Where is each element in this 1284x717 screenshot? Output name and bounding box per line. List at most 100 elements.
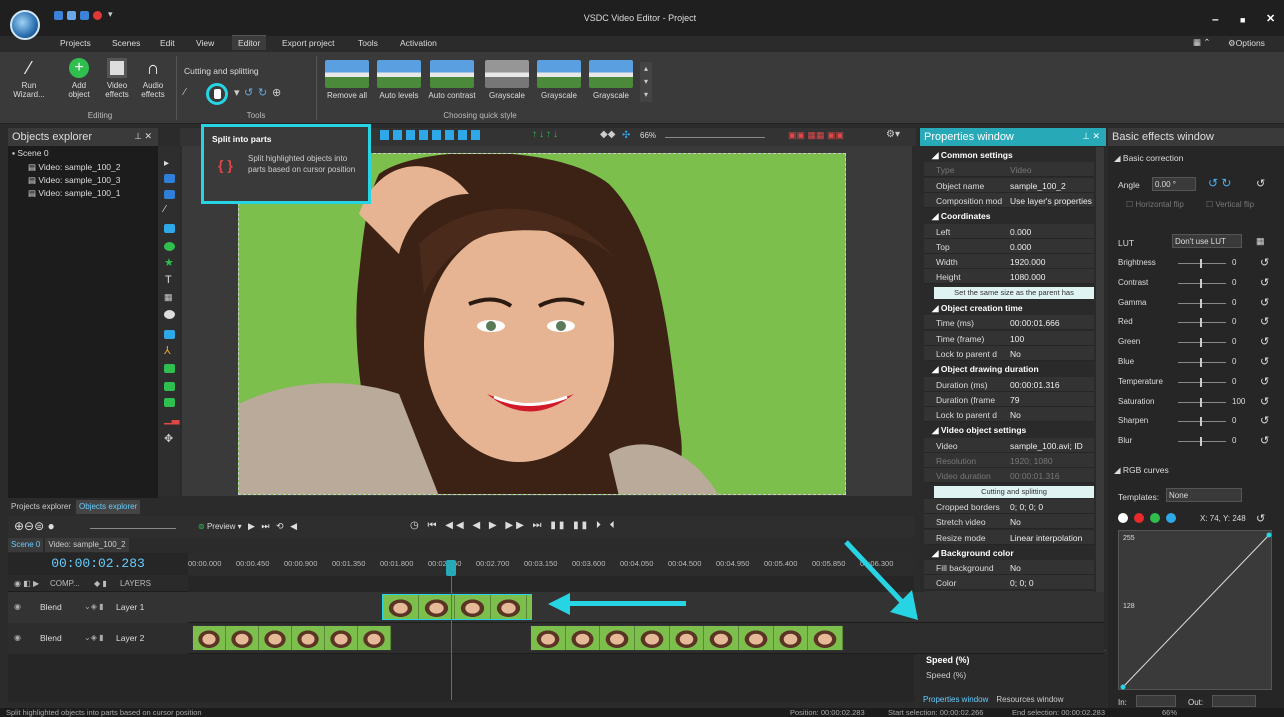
menu-projects[interactable]: Projects	[60, 38, 91, 48]
blend-mode[interactable]: Blend	[40, 602, 62, 612]
property-row[interactable]: Duration (ms) 00:00:01.316	[924, 376, 1094, 392]
effect-slider[interactable]	[1178, 417, 1226, 427]
property-section[interactable]: ◢ Object drawing duration	[932, 364, 1039, 375]
align-icon[interactable]	[380, 130, 389, 140]
effect-slider[interactable]	[1178, 437, 1226, 447]
reset-icon[interactable]: ↺	[1256, 512, 1265, 525]
property-value[interactable]: No	[1010, 410, 1021, 420]
comment-tool-icon[interactable]	[164, 310, 175, 319]
quick-style-auto-contrast[interactable]: Auto contrast	[424, 60, 480, 100]
property-section[interactable]: ◢ Common settings	[932, 150, 1013, 161]
chart-tool-icon[interactable]	[164, 330, 175, 339]
slider-knob[interactable]	[1200, 278, 1202, 288]
split-into-parts-button[interactable]	[206, 83, 228, 105]
open-project-icon[interactable]	[67, 11, 76, 20]
image-tool-icon[interactable]	[164, 190, 175, 199]
effect-slider[interactable]	[1178, 259, 1226, 268]
vertical-flip-checkbox[interactable]: ☐ Vertical flip	[1206, 200, 1254, 209]
cut-tool-icon[interactable]: ⁄	[184, 87, 186, 98]
slider-knob[interactable]	[1200, 259, 1202, 268]
new-project-icon[interactable]	[54, 11, 63, 20]
slider-knob[interactable]	[1200, 377, 1202, 387]
effect-slider[interactable]	[1178, 397, 1226, 407]
rotate-icons[interactable]: ↺ ↻	[1208, 176, 1231, 190]
property-value[interactable]: No	[1010, 349, 1021, 359]
tree-item[interactable]: ▤ Video: sample_100_2	[28, 162, 120, 173]
align-icon[interactable]	[393, 130, 402, 140]
property-value[interactable]: 100	[1010, 334, 1024, 344]
image-insert-icon[interactable]	[164, 364, 175, 373]
quick-style-grayscale-1[interactable]: Grayscale	[482, 60, 532, 100]
align-icon[interactable]	[471, 130, 480, 140]
property-row[interactable]: Video sample_100.avi; ID	[924, 437, 1094, 453]
slider-knob[interactable]	[1200, 358, 1202, 367]
quick-style-grayscale-2[interactable]: Grayscale	[534, 60, 584, 100]
property-value[interactable]: sample_100.avi; ID	[1010, 441, 1083, 451]
property-row[interactable]: Composition mod Use layer's properties	[924, 192, 1094, 208]
property-value[interactable]: 79	[1010, 395, 1019, 405]
time-ruler[interactable]: 00:00.000 00:00.450 00:00.900 00:01.350 00:0…	[188, 553, 914, 575]
audio-insert-icon[interactable]	[164, 382, 175, 391]
rotate-right-icon[interactable]: ↻	[258, 86, 267, 99]
property-row[interactable]: Lock to parent d No	[924, 407, 1094, 423]
settings-icon[interactable]: ⚙▾	[886, 129, 900, 140]
close-button[interactable]: ✕	[1266, 12, 1275, 25]
tab-video-clip[interactable]: Video: sample_100_2	[45, 538, 129, 552]
property-row[interactable]: Height 1080.000	[924, 269, 1094, 285]
property-value[interactable]: 1920.000	[1010, 257, 1045, 267]
slider-knob[interactable]	[1200, 298, 1202, 308]
quick-style-scroll[interactable]: ▴ ▾ ▾	[640, 62, 652, 102]
lut-select[interactable]: Don't use LUT	[1172, 234, 1242, 248]
quick-access-dropdown-icon[interactable]: ▾	[108, 9, 113, 20]
tab-projects-explorer[interactable]: Projects explorer	[8, 500, 74, 514]
channel-green-icon[interactable]	[1150, 513, 1160, 523]
menu-edit[interactable]: Edit	[160, 38, 175, 48]
menu-editor[interactable]: Editor	[232, 35, 267, 50]
property-value[interactable]: sample_100_2	[1010, 181, 1066, 191]
property-action-button[interactable]: Set the same size as the parent has	[934, 286, 1094, 299]
options-button[interactable]: ⚙ Options	[1228, 38, 1265, 49]
spectrum-tool-icon[interactable]: ▁▃	[164, 414, 179, 425]
layer-name[interactable]: Layer 2	[116, 633, 144, 643]
reset-icon[interactable]: ↺	[1260, 296, 1269, 309]
property-value[interactable]: 0.000	[1010, 227, 1031, 237]
panel-pin-close-icon[interactable]: ⊥ ✕	[134, 131, 152, 142]
layer-toggle-icons[interactable]: ⌄◈ ▮	[84, 602, 103, 611]
reset-icon[interactable]: ↺	[1260, 276, 1269, 289]
rotate-left-icon[interactable]: ↺	[244, 86, 253, 99]
tree-item[interactable]: ▤ Video: sample_100_1	[28, 188, 120, 199]
property-row[interactable]: Object name sample_100_2	[924, 177, 1094, 193]
video-preview[interactable]	[238, 153, 846, 495]
clip-layer-2-a[interactable]	[192, 625, 392, 651]
slider-knob[interactable]	[1200, 318, 1202, 328]
slider-knob[interactable]	[1200, 397, 1202, 407]
reset-icon[interactable]: ↺	[1260, 375, 1269, 388]
tab-scene-0[interactable]: Scene 0	[8, 538, 44, 552]
effect-slider[interactable]	[1178, 278, 1226, 288]
menu-view[interactable]: View	[196, 38, 214, 48]
tree-item[interactable]: ▤ Video: sample_100_3	[28, 175, 120, 186]
align-icon[interactable]	[432, 130, 441, 140]
property-row[interactable]: Color 0; 0; 0	[924, 575, 1094, 591]
visibility-icon[interactable]: ◉ ◧ ▶	[14, 579, 39, 588]
property-value[interactable]: 00:00:01.316	[1010, 380, 1060, 390]
property-row[interactable]: Top 0.000	[924, 238, 1094, 254]
minimize-button[interactable]: –	[1212, 12, 1219, 26]
group-icon[interactable]: ◆◆	[600, 129, 615, 140]
reset-icon[interactable]: ↺	[1260, 315, 1269, 328]
reset-icon[interactable]: ↺	[1260, 355, 1269, 368]
save-icon[interactable]	[80, 11, 89, 20]
property-row[interactable]: Time (ms) 00:00:01.666	[924, 315, 1094, 331]
audio-effects-button[interactable]: ∩ Audio effects	[136, 58, 170, 99]
clip-layer-1[interactable]	[382, 594, 532, 620]
property-row[interactable]: Cropped borders 0; 0; 0; 0	[924, 498, 1094, 514]
layer-name[interactable]: Layer 1	[116, 602, 144, 612]
subtitle-tool-icon[interactable]: ▦	[164, 292, 173, 303]
tab-properties-window[interactable]: Properties window	[920, 693, 991, 707]
channel-red-icon[interactable]	[1134, 513, 1144, 523]
tab-objects-explorer[interactable]: Objects explorer	[76, 500, 141, 514]
split-dropdown-icon[interactable]: ▾	[234, 86, 240, 99]
timeline-zoom-icons[interactable]: ⊕⊖⊜ ●	[14, 519, 55, 533]
property-value[interactable]: No	[1010, 563, 1021, 573]
property-row[interactable]: Set the same size as the parent has	[924, 285, 1094, 300]
